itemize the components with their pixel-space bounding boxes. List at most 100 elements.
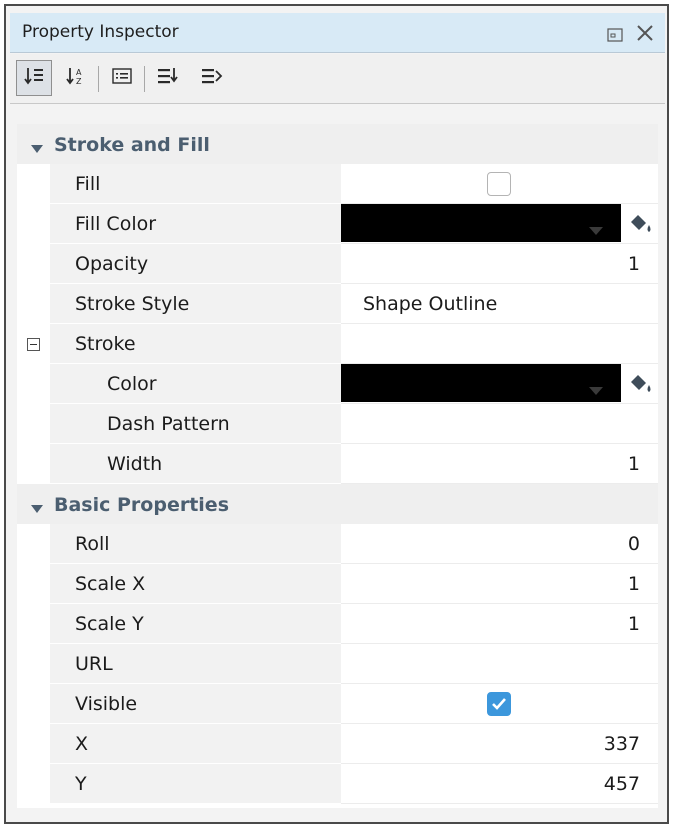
width-value[interactable]: 1: [341, 444, 658, 484]
property-row-scale-x: Scale X 1: [17, 564, 658, 604]
property-name-cell: Stroke: [50, 324, 341, 364]
property-name: Y: [75, 773, 87, 795]
property-name-cell: Scale Y: [50, 604, 341, 644]
property-name: Visible: [75, 693, 138, 715]
category-label: Stroke and Fill: [54, 134, 210, 156]
chevron-down-icon: [589, 220, 603, 239]
property-row-url: URL: [17, 644, 658, 684]
sort-categorized-button[interactable]: [16, 60, 52, 96]
property-row-y: Y 457: [17, 764, 658, 804]
property-value-cell: [341, 684, 658, 724]
property-row-stroke: Stroke: [17, 324, 658, 364]
property-row-stroke-color: Color: [17, 364, 658, 404]
visible-checkbox[interactable]: [487, 692, 511, 716]
property-row-fill: Fill: [17, 164, 658, 204]
toolbar-separator: [98, 66, 99, 92]
y-value[interactable]: 457: [341, 764, 658, 804]
opacity-value[interactable]: 1: [341, 244, 658, 284]
close-icon[interactable]: [636, 24, 654, 46]
property-name: Width: [107, 453, 163, 475]
property-name: Roll: [75, 533, 110, 555]
property-name-cell: Color: [50, 364, 341, 404]
property-value-cell: [341, 164, 658, 204]
sort-alphabetical-button[interactable]: A Z: [58, 60, 94, 96]
property-value: 1: [627, 613, 640, 635]
paint-bucket-icon[interactable]: [628, 373, 654, 399]
stroke-style-value[interactable]: Shape Outline: [341, 284, 658, 324]
property-value: 1: [627, 253, 640, 275]
url-value[interactable]: [341, 644, 658, 684]
scale-x-value[interactable]: 1: [341, 564, 658, 604]
property-value: 337: [603, 733, 640, 755]
sort-categorized-icon: [23, 65, 45, 91]
property-name-cell: Dash Pattern: [50, 404, 341, 444]
property-name: Stroke: [75, 333, 136, 355]
property-name-cell: Visible: [50, 684, 341, 724]
collapse-all-icon: [200, 65, 224, 91]
property-name: Scale Y: [75, 613, 144, 635]
stroke-color-dropdown[interactable]: [341, 364, 621, 402]
property-row-scale-y: Scale Y 1: [17, 604, 658, 644]
property-row-visible: Visible: [17, 684, 658, 724]
property-row-stroke-style: Stroke Style Shape Outline: [17, 284, 658, 324]
property-value: 0: [627, 533, 640, 555]
property-name: Fill: [75, 173, 101, 195]
chevron-down-icon: [589, 380, 603, 399]
property-name-cell: X: [50, 724, 341, 764]
x-value[interactable]: 337: [341, 724, 658, 764]
property-name: URL: [75, 653, 113, 675]
property-name-cell: Fill: [50, 164, 341, 204]
property-value: 457: [603, 773, 640, 795]
property-name: Stroke Style: [75, 293, 190, 315]
sort-alphabetical-icon: A Z: [65, 65, 87, 91]
category-basic-properties[interactable]: Basic Properties: [17, 484, 658, 524]
expand-arrow-icon[interactable]: [31, 139, 43, 158]
property-name-cell: Fill Color: [50, 204, 341, 244]
toolbar-separator: [144, 66, 145, 92]
dash-pattern-value[interactable]: [341, 404, 658, 444]
property-row-roll: Roll 0: [17, 524, 658, 564]
property-name-cell: Scale X: [50, 564, 341, 604]
property-name-cell: Y: [50, 764, 341, 804]
roll-value[interactable]: 0: [341, 524, 658, 564]
property-name: Color: [107, 373, 157, 395]
paint-bucket-icon[interactable]: [628, 213, 654, 239]
property-name-cell: URL: [50, 644, 341, 684]
svg-text:A: A: [76, 68, 82, 77]
property-row-width: Width 1: [17, 444, 658, 484]
scale-y-value[interactable]: 1: [341, 604, 658, 644]
panel-title: Property Inspector: [22, 22, 179, 42]
category-label: Basic Properties: [54, 494, 229, 516]
property-value: 1: [627, 573, 640, 595]
property-name: Dash Pattern: [107, 413, 230, 435]
property-row-x: X 337: [17, 724, 658, 764]
fill-color-dropdown[interactable]: [341, 204, 621, 242]
property-row-fill-color: Fill Color: [17, 204, 658, 244]
collapse-all-button[interactable]: [194, 60, 230, 96]
svg-text:Z: Z: [76, 77, 82, 86]
property-value: Shape Outline: [363, 293, 498, 315]
property-row-dash-pattern: Dash Pattern: [17, 404, 658, 444]
property-name-cell: Opacity: [50, 244, 341, 284]
panel-title-bar: Property Inspector: [10, 13, 665, 53]
category-stroke-and-fill[interactable]: Stroke and Fill: [17, 124, 658, 164]
restore-icon[interactable]: [607, 27, 623, 46]
property-value-cell: [341, 324, 658, 364]
property-name: Fill Color: [75, 213, 157, 235]
description-icon: [111, 65, 133, 91]
property-name-cell: Stroke Style: [50, 284, 341, 324]
toolbar: A Z: [10, 54, 665, 104]
property-name: Opacity: [75, 253, 149, 275]
collapse-toggle-icon[interactable]: [27, 338, 40, 351]
expand-all-button[interactable]: [150, 60, 186, 96]
property-name: Scale X: [75, 573, 146, 595]
fill-checkbox[interactable]: [487, 172, 511, 196]
property-value: 1: [627, 453, 640, 475]
property-name: X: [75, 733, 89, 755]
property-value-cell: [341, 364, 658, 404]
description-button[interactable]: [104, 60, 140, 96]
expand-arrow-icon[interactable]: [31, 499, 43, 518]
property-value-cell: [341, 204, 658, 244]
property-grid: Stroke and Fill Fill Fill Color Opacity …: [17, 124, 658, 808]
property-name-cell: Roll: [50, 524, 341, 564]
